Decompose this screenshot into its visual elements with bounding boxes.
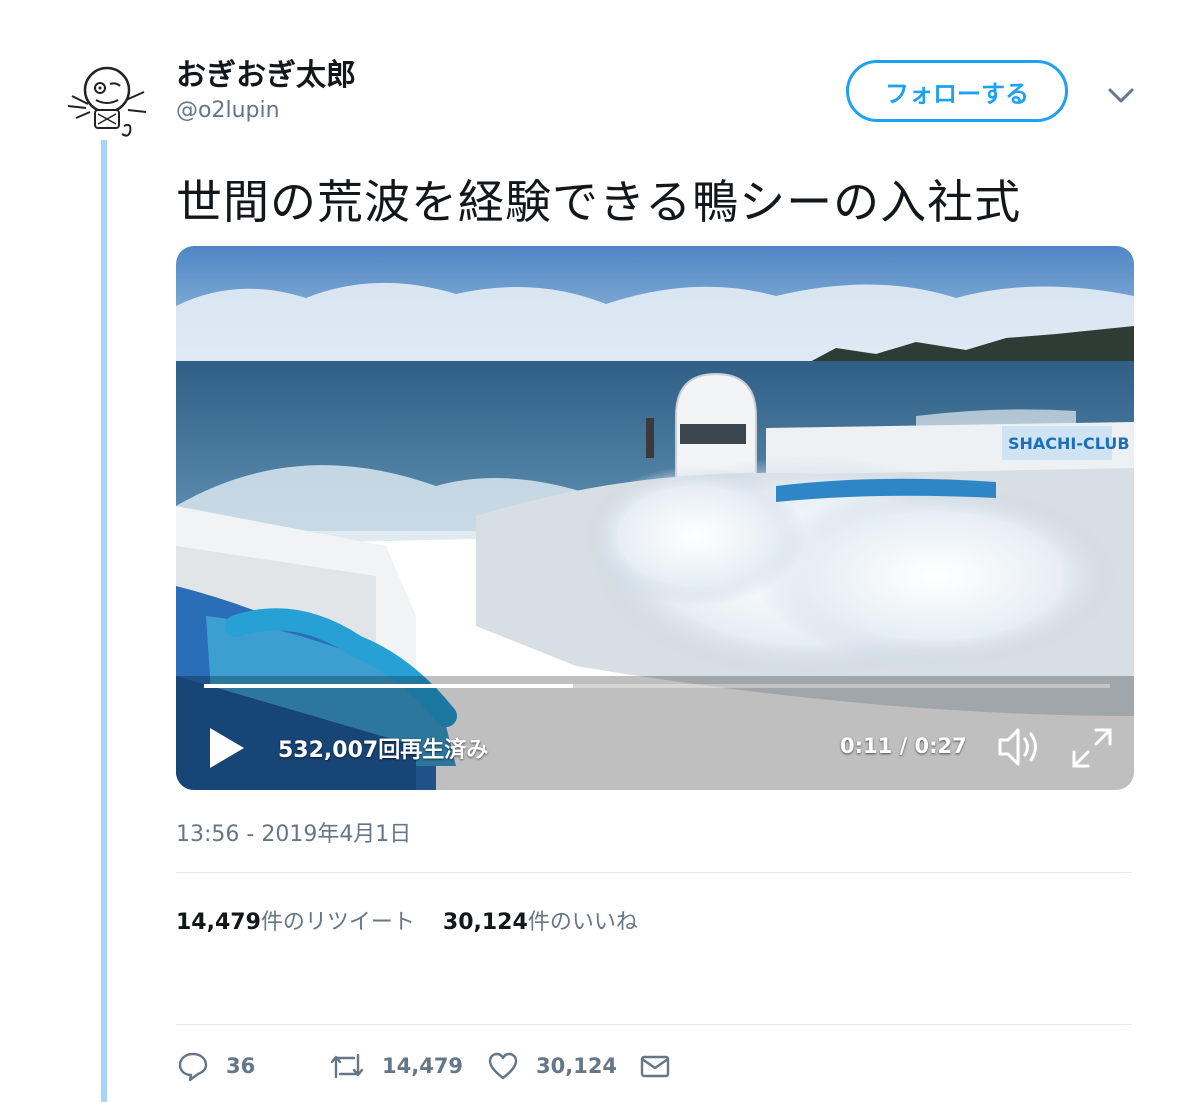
direct-message-button[interactable] — [638, 1046, 688, 1086]
video-player[interactable]: SHACHI-CLUB 532,007回再生済み 0:11 / 0:27 — [176, 246, 1134, 790]
avatar-illustration — [67, 66, 147, 137]
video-time: 0:11 / 0:27 — [840, 734, 967, 758]
sign-text: SHACHI-CLUB — [1008, 434, 1130, 453]
play-icon[interactable] — [206, 726, 246, 770]
volume-icon[interactable] — [996, 726, 1044, 768]
retweet-icon — [330, 1053, 364, 1079]
retweet-stat-count: 14,479 — [176, 910, 261, 935]
reply-icon — [178, 1052, 208, 1082]
like-count: 30,124 — [536, 1054, 618, 1078]
retweet-button[interactable]: 14,479 — [328, 1046, 463, 1086]
video-progress-fill — [204, 684, 573, 688]
thread-line — [101, 140, 107, 1102]
dm-icon — [640, 1055, 670, 1078]
divider — [176, 872, 1132, 873]
tweet-stats: 14,479件のリツイート 30,124件のいいね — [176, 904, 638, 936]
retweet-stat[interactable]: 14,479件のリツイート — [176, 910, 415, 935]
divider — [176, 1024, 1132, 1025]
retweet-stat-label: 件のリツイート — [260, 910, 415, 935]
retweet-count: 14,479 — [382, 1054, 464, 1078]
tweet-text: 世間の荒波を経験できる鴨シーの入社式 — [176, 175, 1022, 229]
avatar[interactable] — [62, 60, 152, 142]
view-count: 532,007回再生済み — [278, 738, 489, 763]
like-stat-count: 30,124 — [442, 910, 528, 935]
action-bar: 36 14,479 30,124 — [176, 1046, 776, 1086]
fullscreen-icon[interactable] — [1070, 726, 1114, 770]
like-button[interactable]: 30,124 — [486, 1046, 617, 1086]
display-name[interactable]: おぎおぎ太郎 — [176, 50, 356, 94]
video-frame: SHACHI-CLUB — [176, 246, 1134, 790]
follow-button[interactable]: フォローする — [846, 60, 1068, 122]
reply-button[interactable]: 36 — [176, 1046, 255, 1086]
heart-icon — [488, 1052, 518, 1080]
chevron-down-icon[interactable] — [1104, 82, 1138, 108]
video-progress-bar[interactable] — [204, 684, 1110, 688]
reply-count: 36 — [226, 1054, 256, 1078]
like-stat[interactable]: 30,124件のいいね — [443, 910, 638, 935]
user-handle[interactable]: @o2lupin — [176, 98, 280, 123]
tweet-timestamp[interactable]: 13:56 - 2019年4月1日 — [176, 816, 411, 848]
like-stat-label: 件のいいね — [527, 910, 638, 935]
